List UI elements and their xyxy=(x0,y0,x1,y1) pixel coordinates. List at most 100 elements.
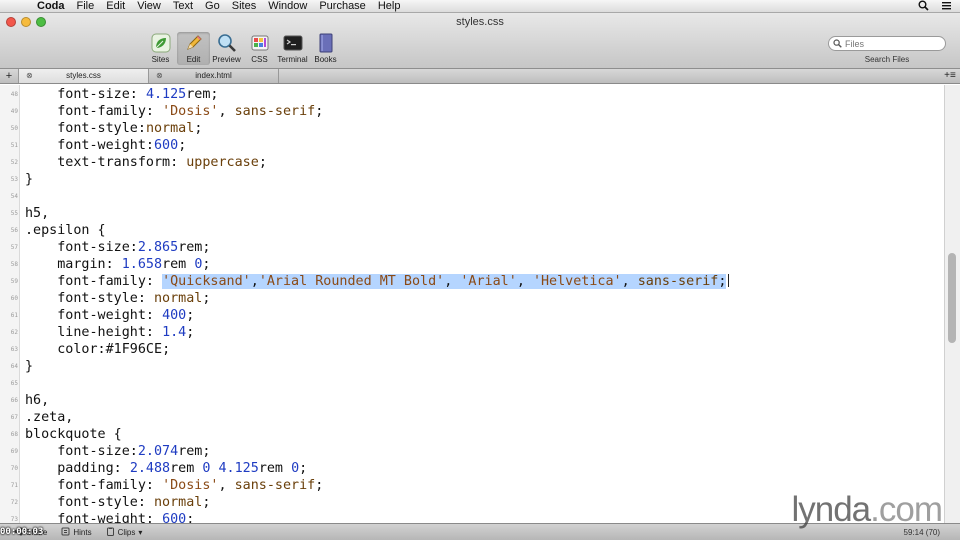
sites-tool-button[interactable]: Sites xyxy=(144,32,177,65)
code-line[interactable]: 61 font-weight: 400; xyxy=(0,307,944,324)
tab-close-icon[interactable]: ⊗ xyxy=(156,69,163,83)
code-line[interactable]: 56 .epsilon { xyxy=(0,222,944,239)
code-line[interactable]: 64} xyxy=(0,358,944,375)
code-line[interactable]: 54 xyxy=(0,188,944,205)
clips-button[interactable]: Clips ▾ xyxy=(106,527,143,538)
code-line[interactable]: 51 font-weight:600; xyxy=(0,137,944,154)
menu-app-name[interactable]: Coda xyxy=(37,0,65,13)
books-tool-button[interactable]: Books xyxy=(309,32,342,65)
hints-button[interactable]: Hints xyxy=(61,527,92,538)
tab-list-menu-icon[interactable]: +≡ xyxy=(940,69,960,83)
menu-purchase[interactable]: Purchase xyxy=(319,0,365,13)
editor-vertical-scrollbar[interactable] xyxy=(944,85,960,523)
code-line[interactable]: 55 h5, xyxy=(0,205,944,222)
terminal-tool-button[interactable]: Terminal xyxy=(276,32,309,65)
code-token: rem; xyxy=(178,240,211,255)
code-line[interactable]: 57 font-size:2.865rem; xyxy=(0,239,944,256)
tab-styles-css[interactable]: ⊗ styles.css xyxy=(19,69,149,83)
tab-close-icon[interactable]: ⊗ xyxy=(26,69,33,83)
code-token: ; xyxy=(315,478,324,493)
code-token: 2.488 xyxy=(129,461,171,476)
code-text: line-height: 1.4; xyxy=(25,324,194,341)
code-token: ; xyxy=(186,325,195,340)
code-line[interactable]: 67 .zeta, xyxy=(0,409,944,426)
code-token: } xyxy=(25,172,34,187)
menu-text[interactable]: Text xyxy=(173,0,193,13)
code-token: 2.865 xyxy=(137,240,179,255)
line-number: 50 xyxy=(10,125,18,132)
code-line[interactable]: 65 xyxy=(0,375,944,392)
search-files-input[interactable] xyxy=(845,38,945,49)
code-token: ; xyxy=(186,512,195,523)
code-token: } xyxy=(25,359,34,374)
code-line[interactable]: 60 font-style: normal; xyxy=(0,290,944,307)
code-text: font-family: 'Quicksand','Arial Rounded … xyxy=(25,273,730,290)
code-token: 2.074 xyxy=(137,444,179,459)
watermark-suffix: .com xyxy=(870,490,943,529)
line-number: 52 xyxy=(10,159,18,166)
clips-label: Clips xyxy=(117,527,136,537)
code-token: h5, xyxy=(25,206,50,221)
line-number: 49 xyxy=(10,108,18,115)
code-line[interactable]: 58 margin: 1.658rem 0; xyxy=(0,256,944,273)
code-token: rem; xyxy=(178,444,211,459)
menu-sites[interactable]: Sites xyxy=(232,0,256,13)
code-token: rem xyxy=(258,461,292,476)
code-token: blockquote { xyxy=(25,427,122,442)
code-token: h6, xyxy=(25,393,50,408)
menu-window[interactable]: Window xyxy=(268,0,307,13)
edit-tool-button[interactable]: Edit xyxy=(177,32,210,65)
code-line[interactable]: 70 padding: 2.488rem 0 4.125rem 0; xyxy=(0,460,944,477)
menu-file[interactable]: File xyxy=(77,0,95,13)
code-token: , xyxy=(218,104,235,119)
code-line[interactable]: 48 font-size: 4.125rem; xyxy=(0,86,944,103)
code-token: ; xyxy=(258,155,267,170)
hints-icon xyxy=(61,527,70,538)
book-icon xyxy=(315,32,337,54)
search-files-field[interactable] xyxy=(828,36,946,51)
scrollbar-thumb[interactable] xyxy=(948,253,956,343)
tab-index-html[interactable]: ⊗ index.html xyxy=(149,69,279,83)
code-line[interactable]: 68 blockquote { xyxy=(0,426,944,443)
code-line[interactable]: 49 font-family: 'Dosis', sans-serif; xyxy=(0,103,944,120)
code-token: font-family: xyxy=(25,274,163,289)
code-token: ; xyxy=(194,121,203,136)
code-token: , xyxy=(218,478,235,493)
code-token: sans-serif xyxy=(637,274,719,289)
chevron-down-icon: ▾ xyxy=(138,527,143,537)
code-line[interactable]: 63 color:#1F96CE; xyxy=(0,341,944,358)
code-line[interactable]: 52 text-transform: uppercase; xyxy=(0,154,944,171)
css-tool-button[interactable]: CSS xyxy=(243,32,276,65)
code-text: color:#1F96CE; xyxy=(25,341,170,358)
code-line[interactable]: 50 font-style:normal; xyxy=(0,120,944,137)
menu-view[interactable]: View xyxy=(137,0,161,13)
code-token: 0 xyxy=(291,461,300,476)
edit-tool-label: Edit xyxy=(186,55,201,64)
code-line[interactable]: 69 font-size:2.074rem; xyxy=(0,443,944,460)
document-tab-bar: + ⊗ styles.css ⊗ index.html +≡ xyxy=(0,69,960,84)
tab-label: index.html xyxy=(195,71,232,80)
window-toolbar: styles.css Sites Edit Preview CSS Termin… xyxy=(0,13,960,69)
code-line[interactable]: 53} xyxy=(0,171,944,188)
code-line[interactable]: 62 line-height: 1.4; xyxy=(0,324,944,341)
menu-go[interactable]: Go xyxy=(205,0,220,13)
code-token: text-transform: xyxy=(25,155,187,170)
preview-tool-button[interactable]: Preview xyxy=(210,32,243,65)
line-number: 63 xyxy=(10,346,18,353)
code-line[interactable]: 59 font-family: 'Quicksand','Arial Round… xyxy=(0,273,944,290)
code-editor[interactable]: 48 font-size: 4.125rem; 49 font-family: '… xyxy=(0,85,944,523)
code-line[interactable]: 66 h6, xyxy=(0,392,944,409)
code-token: 1.658 xyxy=(121,257,163,272)
line-number: 58 xyxy=(10,261,18,268)
line-number: 60 xyxy=(10,295,18,302)
search-icon xyxy=(833,35,842,53)
code-text: font-size:2.865rem; xyxy=(25,239,210,256)
new-tab-button[interactable]: + xyxy=(0,69,19,83)
tab-bar-spacer xyxy=(279,69,940,83)
code-text: font-weight: 600; xyxy=(25,511,194,523)
menu-help[interactable]: Help xyxy=(378,0,401,13)
code-token: rem xyxy=(162,257,195,272)
menu-edit[interactable]: Edit xyxy=(106,0,125,13)
code-token: 'Helvetica' xyxy=(532,274,622,289)
css-tool-label: CSS xyxy=(251,55,268,64)
